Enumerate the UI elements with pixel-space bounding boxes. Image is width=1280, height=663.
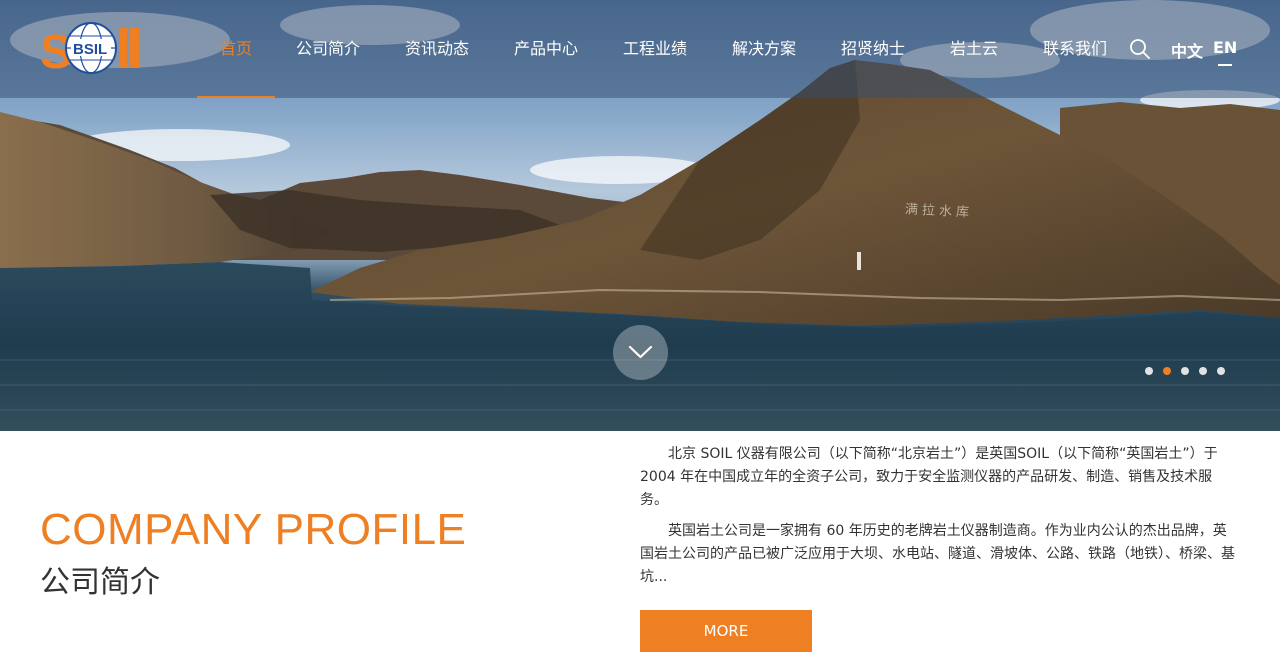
profile-description: 北京 SOIL 仪器有限公司（以下简称“北京岩土”）是英国SOIL（以下简称“英… bbox=[640, 443, 1240, 597]
slider-dot[interactable] bbox=[1199, 367, 1207, 375]
more-button[interactable]: MORE bbox=[640, 610, 812, 652]
lang-en-link[interactable]: EN bbox=[1213, 38, 1237, 57]
nav-item-solutions[interactable]: 解决方案 bbox=[732, 0, 796, 98]
slider-dot[interactable] bbox=[1181, 367, 1189, 375]
slider-dot[interactable] bbox=[1217, 367, 1225, 375]
nav-item-projects[interactable]: 工程业绩 bbox=[623, 0, 687, 98]
lang-cn-link[interactable]: 中文 bbox=[1171, 38, 1203, 62]
logo[interactable]: S BSIL bbox=[40, 22, 142, 79]
nav-item-contact[interactable]: 联系我们 bbox=[1043, 0, 1107, 98]
profile-title-cn: 公司简介 bbox=[40, 565, 160, 600]
nav-item-careers[interactable]: 招贤纳士 bbox=[841, 0, 905, 98]
hero-banner: 满拉水库 S BSIL 首页 公司简介 资讯动态 产品中心 工程业绩 解决方案 bbox=[0, 0, 1280, 431]
search-icon[interactable] bbox=[1129, 38, 1151, 60]
chevron-down-icon bbox=[628, 345, 653, 359]
scroll-down-button[interactable] bbox=[613, 325, 668, 380]
profile-paragraph-1: 北京 SOIL 仪器有限公司（以下简称“北京岩土”）是英国SOIL（以下简称“英… bbox=[640, 446, 1218, 508]
profile-title-en: COMPANY PROFILE bbox=[40, 505, 467, 554]
soil-logo-icon: S BSIL bbox=[40, 22, 139, 79]
slider-dot-active[interactable] bbox=[1163, 367, 1171, 375]
nav-item-products[interactable]: 产品中心 bbox=[514, 0, 578, 98]
nav-active-indicator bbox=[197, 96, 275, 98]
profile-paragraph-2: 英国岩土公司是一家拥有 60 年历史的老牌岩土仪器制造商。作为业内公认的杰出品牌… bbox=[640, 523, 1235, 585]
site-header: S BSIL 首页 公司简介 资讯动态 产品中心 工程业绩 解决方案 招贤纳士 … bbox=[0, 0, 1280, 98]
lang-en-underline bbox=[1218, 64, 1232, 66]
mountain-signage: 满拉水库 bbox=[904, 202, 974, 221]
svg-text:BSIL: BSIL bbox=[73, 41, 107, 58]
nav-item-about[interactable]: 公司简介 bbox=[296, 0, 360, 98]
nav-item-geocloud[interactable]: 岩土云 bbox=[950, 0, 998, 98]
nav-item-news[interactable]: 资讯动态 bbox=[405, 0, 469, 98]
nav-item-home[interactable]: 首页 bbox=[220, 0, 252, 98]
slider-dot[interactable] bbox=[1145, 367, 1153, 375]
